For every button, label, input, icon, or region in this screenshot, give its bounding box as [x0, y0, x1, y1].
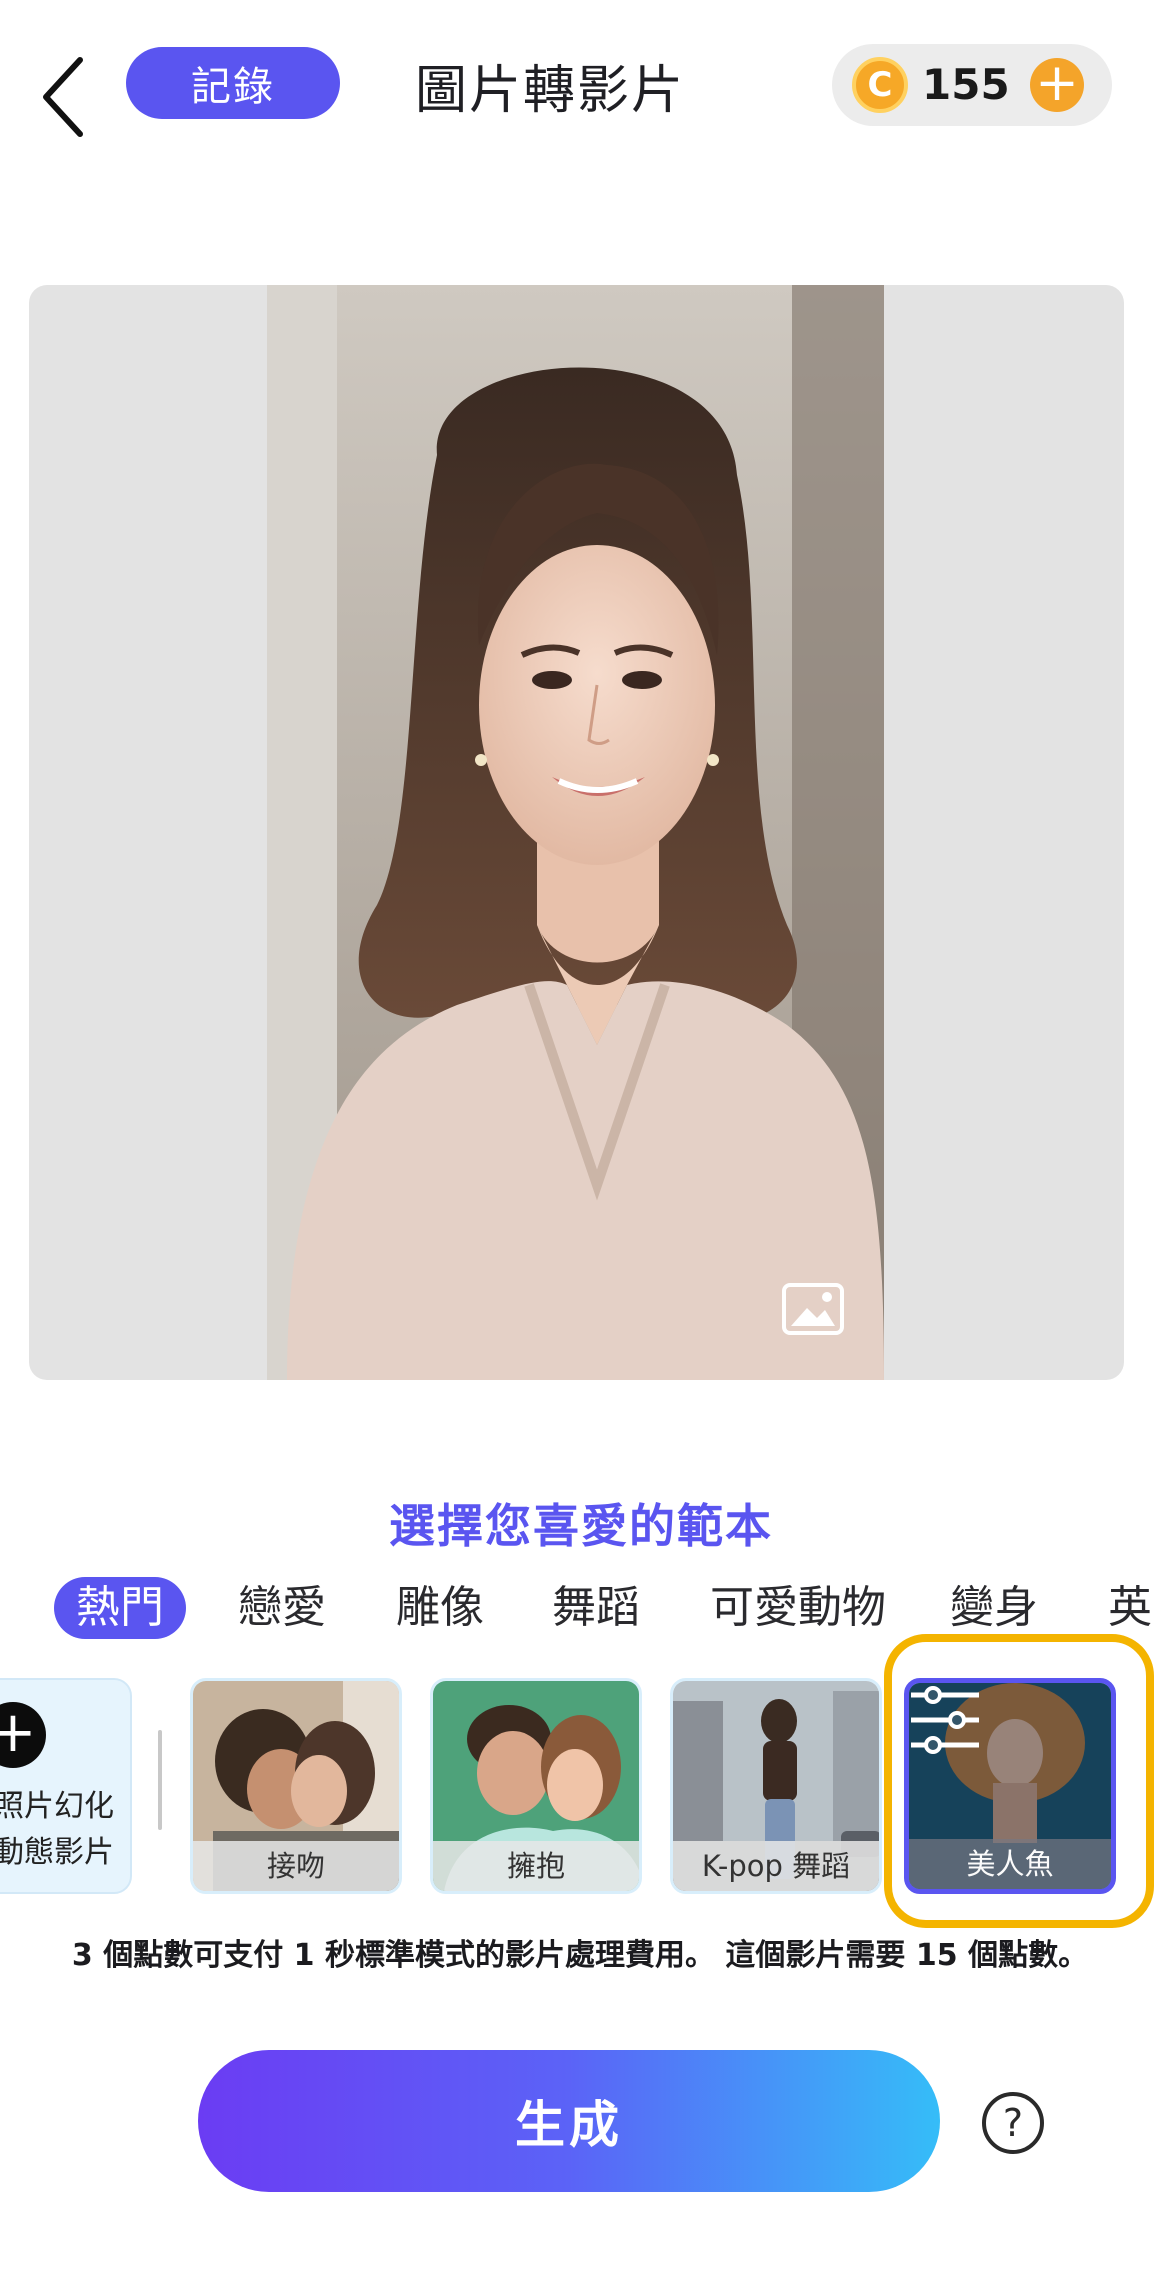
divider [158, 1730, 162, 1830]
tab-dance[interactable]: 舞蹈 [552, 1572, 640, 1644]
template-card-kiss[interactable]: 接吻 [190, 1678, 402, 1894]
photo-to-motion-label: 照片幻化 動態影片 [0, 1789, 114, 1870]
generate-button[interactable]: 生成 [198, 2050, 940, 2192]
record-button[interactable]: 記錄 [126, 47, 340, 119]
change-image-icon[interactable] [781, 1282, 845, 1336]
tab-popular[interactable]: 熱門 [54, 1577, 186, 1639]
credit-count: 155 [922, 60, 1010, 109]
plus-icon: + [0, 1702, 46, 1768]
template-card-hug[interactable]: 擁抱 [430, 1678, 642, 1894]
page-title: 圖片轉影片 [414, 60, 685, 121]
template-label: 擁抱 [433, 1841, 639, 1891]
credit-info-text: 3 個點數可支付 1 秒標準模式的影片處理費用。 這個影片需要 15 個點數。 [71, 1938, 1089, 1973]
template-label: K-pop 舞蹈 [673, 1841, 879, 1891]
tab-romance[interactable]: 戀愛 [238, 1572, 326, 1644]
back-arrow-icon[interactable] [34, 52, 94, 142]
template-row: + 照片幻化 動態影片 接吻 擁抱 [0, 1634, 1162, 1928]
coin-icon: C [852, 57, 908, 113]
photo-to-motion-card[interactable]: + 照片幻化 動態影片 [0, 1678, 132, 1894]
template-label: 接吻 [193, 1841, 399, 1891]
help-icon[interactable]: ? [982, 2092, 1044, 2154]
preview-panel [29, 285, 1124, 1380]
template-section-title: 選擇您喜愛的範本 [389, 1499, 773, 1553]
add-credits-icon[interactable]: + [1030, 57, 1084, 112]
tab-cute-animals[interactable]: 可愛動物 [710, 1572, 886, 1644]
template-card-kpop-dance[interactable]: K-pop 舞蹈 [670, 1678, 882, 1894]
uploaded-photo[interactable] [267, 285, 884, 1380]
selection-highlight [884, 1634, 1154, 1928]
credits-badge[interactable]: C 155 + [832, 44, 1112, 126]
tab-statue[interactable]: 雕像 [396, 1572, 484, 1644]
